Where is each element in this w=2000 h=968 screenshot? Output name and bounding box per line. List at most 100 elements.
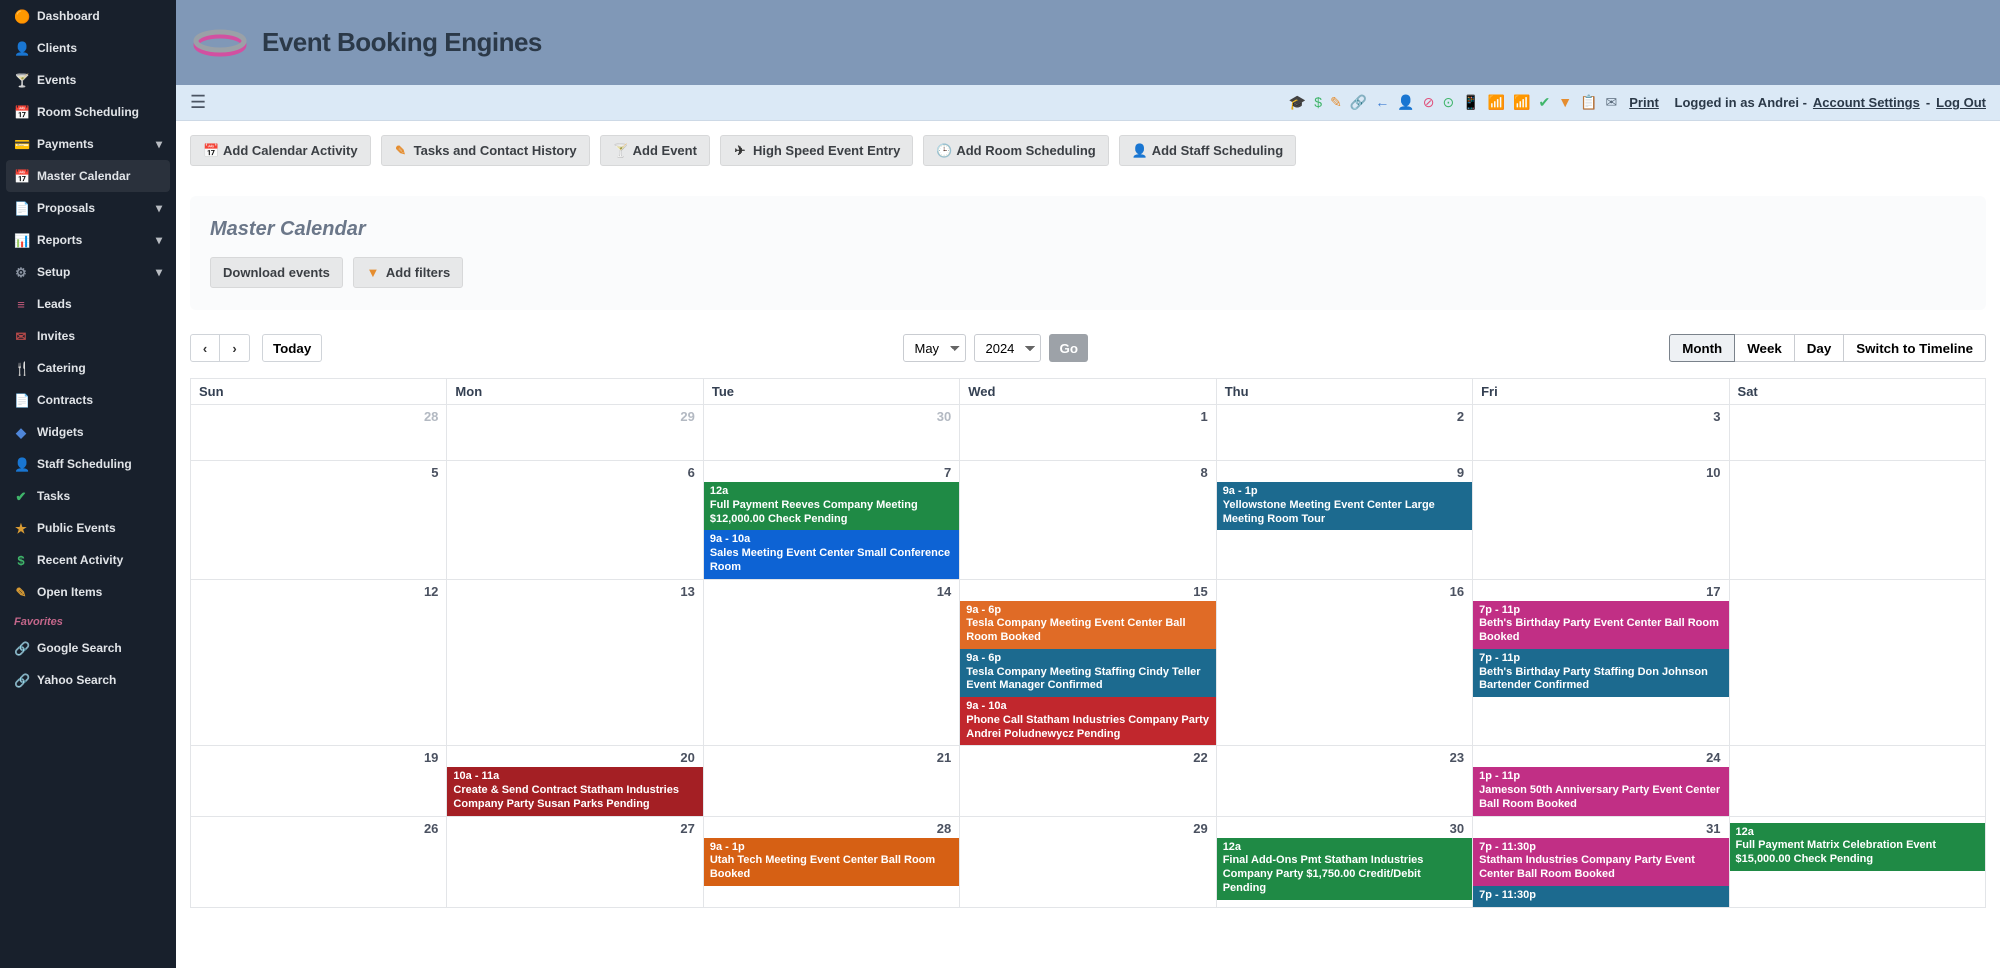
sidebar-item-catering[interactable]: 🍴Catering bbox=[0, 352, 176, 384]
calendar-event[interactable]: 7p - 11pBeth's Birthday Party Event Cent… bbox=[1473, 601, 1728, 649]
calendar-day-cell[interactable]: 26 bbox=[191, 816, 447, 907]
calendar-day-cell[interactable]: 30 bbox=[703, 405, 959, 461]
calendar-day-cell[interactable]: 13 bbox=[447, 579, 703, 746]
calendar-day-cell[interactable]: 6 bbox=[447, 461, 703, 580]
check-icon[interactable]: ✔ bbox=[1538, 94, 1550, 111]
sidebar-item-recent-activity[interactable]: $Recent Activity bbox=[0, 544, 176, 576]
calendar-prev-button[interactable]: ‹ bbox=[190, 334, 220, 362]
signal-orange-icon[interactable]: 📶 bbox=[1513, 94, 1530, 111]
sidebar-item-leads[interactable]: ≡Leads bbox=[0, 288, 176, 320]
favorite-item-yahoo-search[interactable]: 🔗Yahoo Search bbox=[0, 664, 176, 696]
week-view-button[interactable]: Week bbox=[1735, 334, 1795, 362]
mail-icon[interactable]: ✉ bbox=[1606, 94, 1618, 111]
calendar-event[interactable]: 7p - 11pBeth's Birthday Party Staffing D… bbox=[1473, 649, 1728, 697]
calendar-next-button[interactable]: › bbox=[220, 334, 250, 362]
calendar-day-cell[interactable]: 27 bbox=[447, 816, 703, 907]
calendar-day-cell[interactable]: 28 bbox=[191, 405, 447, 461]
calendar-event[interactable]: 9a - 10aPhone Call Statham Industries Co… bbox=[960, 697, 1215, 745]
sidebar-item-widgets[interactable]: ◆Widgets bbox=[0, 416, 176, 448]
add-event-button[interactable]: 🍸 Add Event bbox=[600, 135, 710, 166]
sidebar-item-reports[interactable]: 📊Reports▾ bbox=[0, 224, 176, 256]
month-select[interactable]: May bbox=[903, 334, 966, 362]
calendar-day-cell[interactable]: 22 bbox=[960, 746, 1216, 816]
signal-pink-icon[interactable]: 📶 bbox=[1488, 94, 1505, 111]
menu-toggle-icon[interactable]: ☰ bbox=[190, 92, 206, 113]
calendar-day-cell[interactable]: 29 bbox=[447, 405, 703, 461]
calendar-day-cell[interactable]: 241p - 11pJameson 50th Anniversary Party… bbox=[1473, 746, 1729, 816]
day-view-button[interactable]: Day bbox=[1795, 334, 1844, 362]
sidebar-item-tasks[interactable]: ✔Tasks bbox=[0, 480, 176, 512]
calendar-day-cell[interactable]: 177p - 11pBeth's Birthday Party Event Ce… bbox=[1473, 579, 1729, 746]
calendar-day-cell[interactable]: 317p - 11:30pStatham Industries Company … bbox=[1473, 816, 1729, 907]
calendar-day-cell[interactable]: 10 bbox=[1473, 461, 1729, 580]
year-select[interactable]: 2024 bbox=[974, 334, 1041, 362]
calendar-day-cell[interactable]: 2010a - 11aCreate & Send Contract Statha… bbox=[447, 746, 703, 816]
download-events-button[interactable]: Download events bbox=[210, 257, 343, 288]
calendar-day-cell[interactable]: 12 bbox=[191, 579, 447, 746]
logout-link[interactable]: Log Out bbox=[1936, 95, 1986, 110]
sidebar-item-master-calendar[interactable]: 📅Master Calendar bbox=[6, 160, 170, 192]
add-staff-scheduling-button[interactable]: 👤 Add Staff Scheduling bbox=[1119, 135, 1296, 166]
calendar-day-cell[interactable]: 12aFull Payment Matrix Celebration Event… bbox=[1729, 816, 1985, 907]
calendar-event[interactable]: 9a - 10aSales Meeting Event Center Small… bbox=[704, 530, 959, 578]
calendar-event[interactable]: 10a - 11aCreate & Send Contract Statham … bbox=[447, 767, 702, 815]
calendar-day-cell[interactable]: 3012aFinal Add-Ons Pmt Statham Industrie… bbox=[1216, 816, 1472, 907]
add-calendar-activity-button[interactable]: 📅 Add Calendar Activity bbox=[190, 135, 371, 166]
calendar-day-cell[interactable] bbox=[1729, 405, 1985, 461]
target-icon[interactable]: ⊙ bbox=[1442, 94, 1454, 111]
today-button[interactable]: Today bbox=[262, 334, 322, 362]
tasks-contact-history-button[interactable]: ✎ Tasks and Contact History bbox=[381, 135, 590, 166]
sidebar-item-staff-scheduling[interactable]: 👤Staff Scheduling bbox=[0, 448, 176, 480]
calendar-day-cell[interactable]: 16 bbox=[1216, 579, 1472, 746]
mobile-icon[interactable]: 📱 bbox=[1462, 94, 1479, 111]
dollar-icon[interactable]: $ bbox=[1314, 94, 1322, 111]
calendar-day-cell[interactable]: 289a - 1pUtah Tech Meeting Event Center … bbox=[703, 816, 959, 907]
calendar-event[interactable]: 1p - 11pJameson 50th Anniversary Party E… bbox=[1473, 767, 1728, 815]
month-view-button[interactable]: Month bbox=[1669, 334, 1735, 362]
calendar-day-cell[interactable]: 8 bbox=[960, 461, 1216, 580]
sidebar-item-open-items[interactable]: ✎Open Items bbox=[0, 576, 176, 608]
filter-icon[interactable]: ▼ bbox=[1558, 94, 1572, 111]
person-icon[interactable]: 👤 bbox=[1397, 94, 1414, 111]
calendar-day-cell[interactable]: 14 bbox=[703, 579, 959, 746]
arrow-left-icon[interactable]: ← bbox=[1375, 94, 1389, 111]
calendar-day-cell[interactable] bbox=[1729, 746, 1985, 816]
calendar-event[interactable]: 12aFull Payment Matrix Celebration Event… bbox=[1730, 823, 1985, 871]
sidebar-item-contracts[interactable]: 📄Contracts bbox=[0, 384, 176, 416]
calendar-event[interactable]: 12aFinal Add-Ons Pmt Statham Industries … bbox=[1217, 838, 1472, 900]
calendar-day-cell[interactable]: 29 bbox=[960, 816, 1216, 907]
sidebar-item-dashboard[interactable]: 🟠Dashboard bbox=[0, 0, 176, 32]
calendar-day-cell[interactable]: 21 bbox=[703, 746, 959, 816]
sidebar-item-setup[interactable]: ⚙Setup▾ bbox=[0, 256, 176, 288]
calendar-day-cell[interactable]: 712aFull Payment Reeves Company Meeting … bbox=[703, 461, 959, 580]
add-filters-button[interactable]: ▼ Add filters bbox=[353, 257, 463, 288]
print-link[interactable]: Print bbox=[1629, 95, 1659, 110]
sidebar-item-clients[interactable]: 👤Clients bbox=[0, 32, 176, 64]
timeline-view-button[interactable]: Switch to Timeline bbox=[1844, 334, 1986, 362]
link-icon[interactable]: 🔗 bbox=[1350, 94, 1367, 111]
edit-icon[interactable]: ✎ bbox=[1330, 94, 1342, 111]
sidebar-item-payments[interactable]: 💳Payments▾ bbox=[0, 128, 176, 160]
calendar-event[interactable]: 9a - 6pTesla Company Meeting Event Cente… bbox=[960, 601, 1215, 649]
account-settings-link[interactable]: Account Settings bbox=[1813, 95, 1920, 110]
graduation-cap-icon[interactable]: 🎓 bbox=[1289, 94, 1306, 111]
calendar-day-cell[interactable]: 159a - 6pTesla Company Meeting Event Cen… bbox=[960, 579, 1216, 746]
ban-icon[interactable]: ⊘ bbox=[1423, 94, 1435, 111]
sidebar-item-public-events[interactable]: ★Public Events bbox=[0, 512, 176, 544]
calendar-day-cell[interactable]: 23 bbox=[1216, 746, 1472, 816]
calendar-event[interactable]: 9a - 6pTesla Company Meeting Staffing Ci… bbox=[960, 649, 1215, 697]
calendar-event[interactable]: 9a - 1pUtah Tech Meeting Event Center Ba… bbox=[704, 838, 959, 886]
calendar-day-cell[interactable] bbox=[1729, 461, 1985, 580]
calendar-event[interactable]: 12aFull Payment Reeves Company Meeting $… bbox=[704, 482, 959, 530]
calendar-event[interactable]: 9a - 1pYellowstone Meeting Event Center … bbox=[1217, 482, 1472, 530]
calendar-event[interactable]: 7p - 11:30p bbox=[1473, 886, 1728, 907]
add-room-scheduling-button[interactable]: 🕒 Add Room Scheduling bbox=[923, 135, 1108, 166]
calendar-day-cell[interactable]: 3 bbox=[1473, 405, 1729, 461]
clipboard-icon[interactable]: 📋 bbox=[1580, 94, 1597, 111]
calendar-day-cell[interactable]: 5 bbox=[191, 461, 447, 580]
calendar-day-cell[interactable]: 99a - 1pYellowstone Meeting Event Center… bbox=[1216, 461, 1472, 580]
high-speed-event-entry-button[interactable]: ✈ High Speed Event Entry bbox=[720, 135, 913, 166]
sidebar-item-proposals[interactable]: 📄Proposals▾ bbox=[0, 192, 176, 224]
sidebar-item-events[interactable]: 🍸Events bbox=[0, 64, 176, 96]
sidebar-item-room-scheduling[interactable]: 📅Room Scheduling bbox=[0, 96, 176, 128]
